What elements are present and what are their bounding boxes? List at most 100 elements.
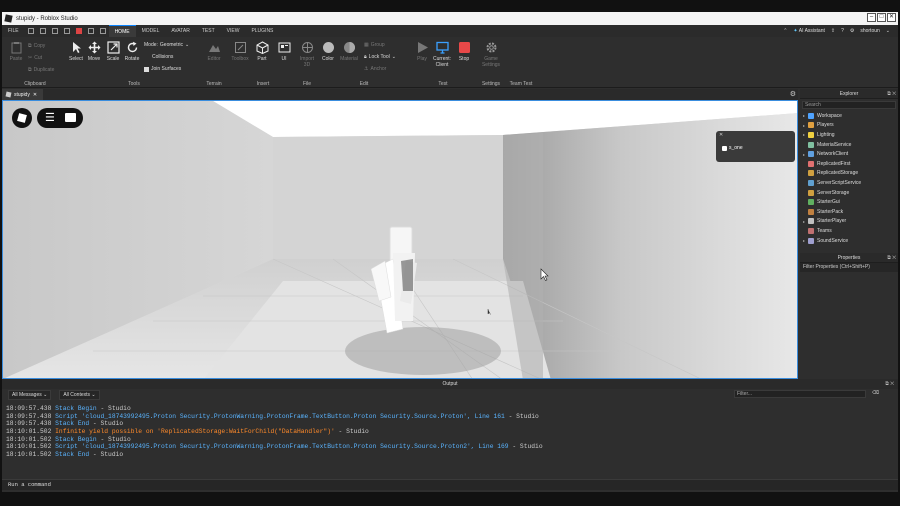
tab-plugins[interactable]: PLUGINS: [245, 25, 279, 37]
output-filter-input[interactable]: Filter...: [734, 390, 866, 398]
rotate-tool-button[interactable]: Rotate: [122, 41, 142, 62]
tab-avatar[interactable]: AVATAR: [165, 25, 196, 37]
explorer-item[interactable]: ▸ NetworkClient: [800, 149, 898, 159]
chat-icon[interactable]: [65, 113, 76, 122]
explorer-item-label: Workspace: [817, 112, 842, 119]
join-surfaces-toggle[interactable]: Join Surfaces: [144, 66, 181, 72]
explorer-item[interactable]: MaterialService: [800, 140, 898, 150]
tab-model[interactable]: MODEL: [136, 25, 166, 37]
move-tool-button[interactable]: Move: [84, 41, 104, 62]
lock-tool-button[interactable]: 🔒︎ Lock Tool ⌄: [364, 54, 396, 60]
color-button[interactable]: Color: [318, 41, 338, 62]
collapse-ribbon-icon[interactable]: ⌃: [783, 28, 787, 34]
settings-gear-icon[interactable]: ⚙: [850, 28, 854, 34]
close-tab-icon[interactable]: ✕: [33, 92, 37, 98]
group-button[interactable]: ▦ Group: [364, 42, 385, 48]
select-tool-button[interactable]: Select: [66, 41, 86, 62]
explorer-item[interactable]: ReplicatedFirst: [800, 159, 898, 169]
viewport-settings-gear-icon[interactable]: ⚙: [790, 90, 796, 98]
username-label[interactable]: shortoun: [860, 28, 879, 34]
current-client-button[interactable]: Current: Client: [431, 41, 453, 68]
3d-viewport[interactable]: ☰ ✕ s_one: [2, 100, 798, 379]
close-panel-icon[interactable]: ✕: [890, 381, 894, 387]
duplicate-button[interactable]: ⧉ Duplicate: [28, 67, 54, 73]
part-button[interactable]: Part: [252, 41, 272, 62]
scale-tool-button[interactable]: Scale: [103, 41, 123, 62]
material-button[interactable]: Material: [339, 41, 359, 62]
explorer-item[interactable]: ▸ SoundService: [800, 236, 898, 246]
close-panel-icon[interactable]: ✕: [892, 91, 896, 97]
explorer-item[interactable]: Teams: [800, 226, 898, 236]
explorer-item[interactable]: StarterPack: [800, 207, 898, 217]
explorer-item[interactable]: ▸ Players: [800, 121, 898, 131]
share-icon[interactable]: ⇪: [831, 28, 835, 34]
explorer-item-label: ServerStorage: [817, 189, 850, 196]
explorer-item[interactable]: ServerStorage: [800, 188, 898, 198]
clipboard-group: Paste ⧉ Copy ✂ Cut ⧉ Duplicate Clipboard: [4, 37, 66, 88]
stop-icon[interactable]: [75, 28, 82, 34]
paste-button[interactable]: Paste: [6, 41, 26, 62]
message-filter-dropdown[interactable]: All Messages ⌄: [8, 389, 52, 400]
service-icon: [808, 112, 814, 119]
toolbox-button[interactable]: Toolbox: [230, 41, 250, 62]
terrain-editor-button[interactable]: Editor: [204, 41, 224, 62]
log-timestamp: 18:10:01.502: [6, 451, 52, 459]
explorer-item[interactable]: ▸ StarterPlayer: [800, 217, 898, 227]
cut-button[interactable]: ✂ Cut: [28, 55, 42, 61]
menu-file[interactable]: FILE: [2, 25, 25, 37]
close-panel-icon[interactable]: ✕: [892, 255, 896, 261]
clear-output-icon[interactable]: ⌫: [872, 390, 879, 396]
anchor-button[interactable]: ⚓︎ Anchor: [364, 66, 386, 72]
undo-icon[interactable]: [87, 28, 94, 34]
document-tab[interactable]: stupidy ✕: [2, 89, 44, 100]
player-list-item[interactable]: s_one: [722, 145, 743, 151]
explorer-item[interactable]: ▸ Workspace: [800, 111, 898, 121]
topbar-buttons: ☰: [37, 108, 83, 128]
collisions-toggle[interactable]: Collisions: [152, 54, 173, 60]
log-line: 18:10:01.502 Stack Begin - Studio: [6, 436, 886, 444]
tab-test[interactable]: TEST: [196, 25, 221, 37]
redo-icon[interactable]: [99, 28, 106, 34]
tab-home[interactable]: HOME: [108, 25, 136, 37]
anchor-icon: ⚓︎: [364, 66, 369, 72]
open-file-icon[interactable]: [39, 28, 46, 34]
ui-button[interactable]: UI: [274, 41, 294, 62]
context-filter-dropdown[interactable]: All Contexts ⌄: [59, 389, 100, 400]
explorer-item[interactable]: StarterGui: [800, 197, 898, 207]
import-3d-button[interactable]: Import 3D: [297, 41, 317, 68]
roblox-menu-button[interactable]: [12, 108, 32, 128]
game-settings-button[interactable]: Game Settings: [481, 41, 501, 68]
play-button[interactable]: Play: [412, 41, 432, 62]
new-file-icon[interactable]: [27, 28, 34, 34]
tab-view[interactable]: VIEW: [221, 25, 246, 37]
terrain-editor-label: Editor: [207, 56, 221, 62]
command-bar-input[interactable]: Run a command: [2, 479, 898, 490]
minimize-button[interactable]: –: [867, 13, 876, 22]
hamburger-menu-icon[interactable]: ☰: [45, 113, 55, 124]
explorer-item[interactable]: ReplicatedStorage: [800, 169, 898, 179]
play-icon[interactable]: [63, 28, 70, 34]
chevron-down-icon[interactable]: ⌄: [886, 28, 890, 34]
undock-icon[interactable]: ⧉: [887, 255, 891, 261]
copy-button[interactable]: ⧉ Copy: [28, 43, 45, 49]
log-timestamp: 18:10:01.502: [6, 428, 52, 436]
stop-button[interactable]: Stop: [454, 41, 474, 62]
mode-selector[interactable]: Mode: Geometric ⌄: [144, 42, 189, 48]
undock-icon[interactable]: ⧉: [887, 91, 891, 97]
close-window-button[interactable]: ✕: [887, 13, 896, 22]
explorer-item[interactable]: ServerScriptService: [800, 178, 898, 188]
explorer-item[interactable]: ▸ Lighting: [800, 130, 898, 140]
explorer-tree: ▸ Workspace ▸ Players ▸ Lighting MaterialServi…: [800, 111, 898, 245]
terrain-icon: [208, 41, 221, 54]
ai-assistant-button[interactable]: ✦ AI Assistant: [793, 28, 824, 34]
undock-icon[interactable]: ⧉: [885, 381, 889, 387]
window-title: stupidy - Roblox Studio: [16, 15, 78, 22]
properties-filter-input[interactable]: Filter Properties (Ctrl+Shift+P): [800, 263, 898, 272]
player-list: ✕ s_one: [716, 131, 795, 162]
help-icon[interactable]: ?: [841, 28, 844, 34]
maximize-button[interactable]: □: [877, 13, 886, 22]
explorer-search-input[interactable]: Search: [802, 101, 896, 109]
close-player-list-icon[interactable]: ✕: [719, 132, 723, 138]
save-icon[interactable]: [51, 28, 58, 34]
scale-label: Scale: [106, 56, 120, 62]
